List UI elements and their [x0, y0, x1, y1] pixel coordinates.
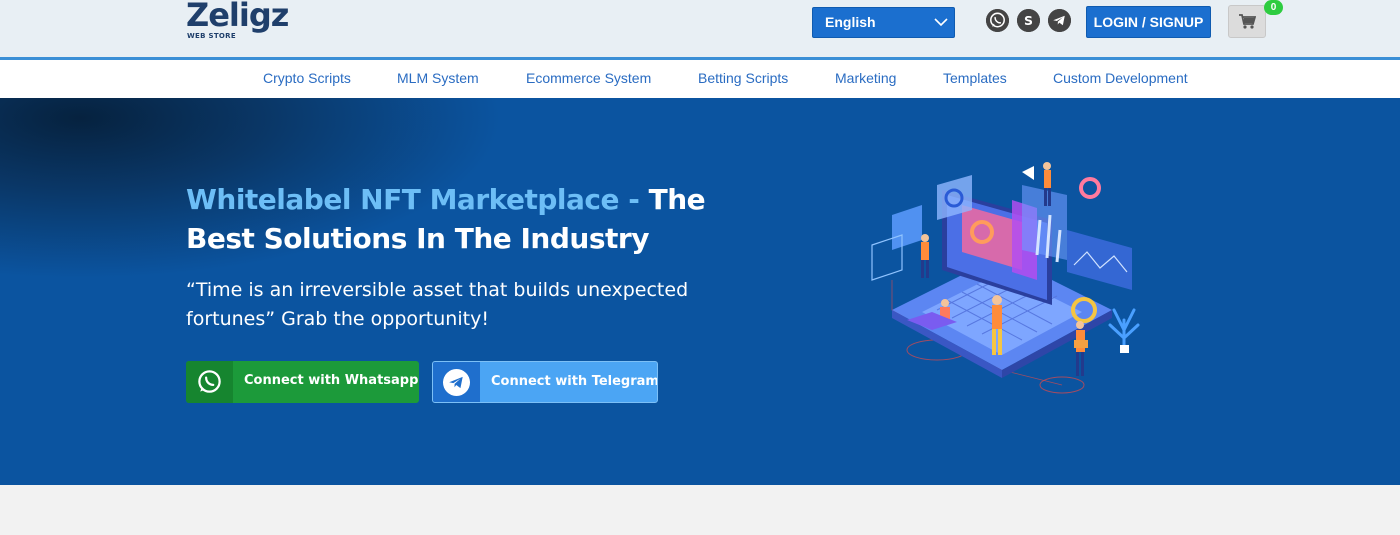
telegram-icon: [443, 369, 470, 396]
analytics-illustration: [871, 162, 1140, 394]
hero-title-accent: Whitelabel NFT Marketplace -: [186, 183, 640, 216]
nav-item-betting-scripts[interactable]: Betting Scripts: [698, 70, 788, 86]
hero-quote: “Time is an irreversible asset that buil…: [186, 279, 689, 330]
nav-item-templates[interactable]: Templates: [943, 70, 1007, 86]
telegram-icon[interactable]: [1048, 9, 1071, 32]
nav-item-marketing[interactable]: Marketing: [835, 70, 896, 86]
nav-item-mlm-system[interactable]: MLM System: [397, 70, 479, 86]
logo-subtitle: WEB STORE: [187, 32, 236, 40]
hero-title: Whitelabel NFT Marketplace - The Best So…: [186, 180, 706, 258]
telegram-icon-box: [433, 362, 480, 402]
nav-item-ecommerce-system[interactable]: Ecommerce System: [526, 70, 651, 86]
whatsapp-icon-box: [186, 361, 233, 403]
hero-banner: Whitelabel NFT Marketplace - The Best So…: [0, 98, 1400, 485]
skype-icon[interactable]: S: [1017, 9, 1040, 32]
logo[interactable]: Zeligz WEB STORE: [186, 0, 296, 42]
language-selected-value: English: [825, 14, 876, 30]
connect-whatsapp-button[interactable]: Connect with Whatsapp: [186, 361, 419, 403]
main-nav: Crypto Scripts MLM System Ecommerce Syst…: [0, 60, 1400, 98]
connect-whatsapp-label: Connect with Whatsapp: [244, 373, 419, 388]
nav-item-custom-development[interactable]: Custom Development: [1053, 70, 1188, 86]
whatsapp-icon: [198, 370, 221, 393]
login-signup-button[interactable]: LOGIN / SIGNUP: [1086, 6, 1211, 38]
connect-telegram-button[interactable]: Connect with Telegram: [432, 361, 658, 403]
nav-item-crypto-scripts[interactable]: Crypto Scripts: [263, 70, 351, 86]
connect-telegram-label: Connect with Telegram: [491, 374, 658, 389]
logo-text: Zeligz: [186, 0, 289, 34]
cart-button[interactable]: [1228, 5, 1266, 38]
chevron-down-icon: [934, 18, 948, 27]
cart-count-badge: 0: [1264, 0, 1283, 15]
cart-icon: [1239, 14, 1256, 29]
svg-text:S: S: [1024, 13, 1033, 28]
page-body-area: [0, 485, 1400, 535]
whatsapp-icon[interactable]: [986, 9, 1009, 32]
language-select[interactable]: English: [812, 7, 955, 38]
top-header: Zeligz WEB STORE English S LOGIN / SIGNU…: [0, 0, 1400, 57]
